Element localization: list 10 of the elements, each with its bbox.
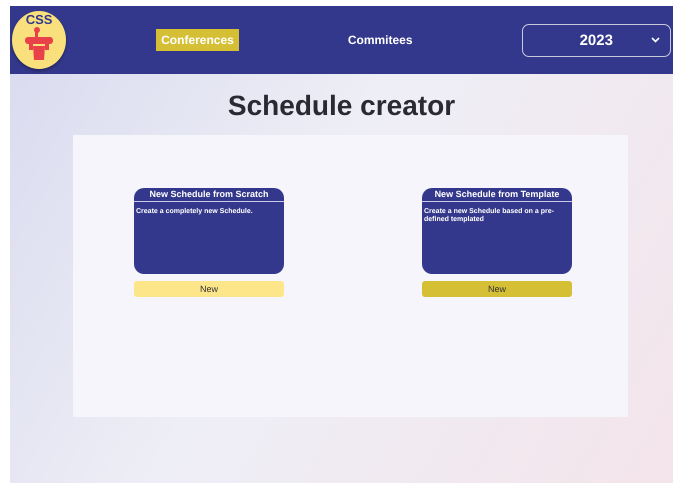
- logo-text: CSS: [26, 13, 52, 27]
- new-button[interactable]: New: [134, 281, 284, 297]
- podium-icon: [24, 27, 54, 61]
- new-button[interactable]: New: [422, 281, 572, 297]
- card-title: New Schedule from Scratch: [134, 188, 284, 202]
- page-title: Schedule creator: [228, 90, 456, 122]
- card-title: New Schedule from Template: [422, 188, 572, 202]
- year-select[interactable]: 2023: [522, 24, 671, 56]
- nav-tab[interactable]: Commitees: [342, 29, 418, 51]
- chevron-down-icon: [651, 36, 660, 42]
